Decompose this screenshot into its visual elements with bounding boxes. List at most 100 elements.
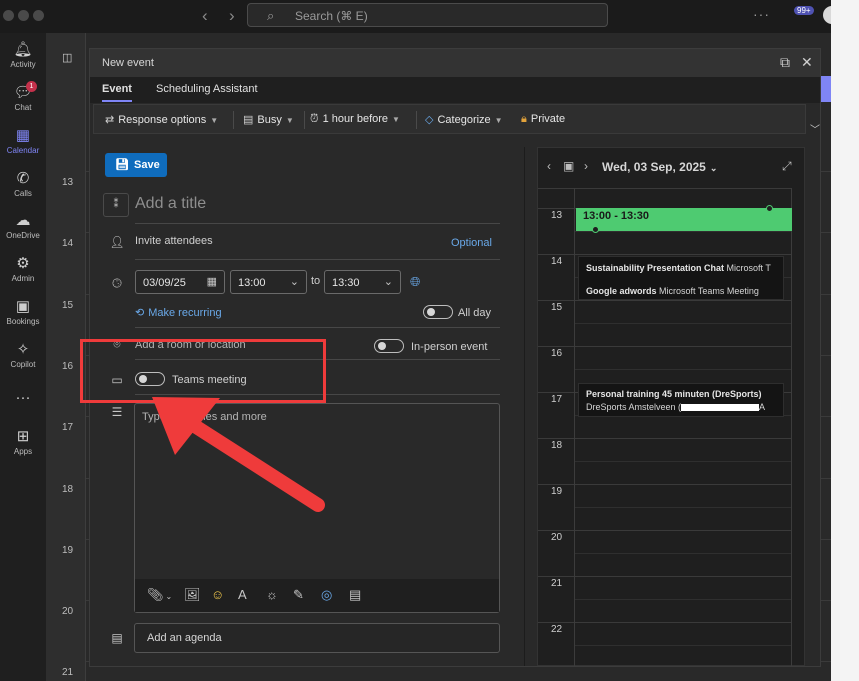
toggle-knob	[378, 342, 386, 350]
format-icon[interactable]: A	[238, 587, 247, 602]
day-view-hour-label: 17	[551, 394, 563, 405]
resize-handle[interactable]	[592, 226, 599, 233]
title-icon[interactable]: ⁑	[103, 193, 129, 217]
chevron-down-icon: ▼	[392, 115, 400, 124]
chevron-down-icon[interactable]: ﹀	[810, 121, 820, 136]
agenda-input[interactable]: Add an agenda	[134, 623, 500, 653]
rail-item-calls[interactable]: ✆ Calls	[0, 169, 46, 198]
chevron-left-icon[interactable]: ‹	[202, 6, 208, 26]
event-toolbar: ⇄ Response options ▼ ▤ Busy ▼ ⏰︎ 1 hour befor…	[93, 104, 806, 134]
rail-item-label: Admin	[11, 274, 35, 283]
avatar[interactable]	[823, 6, 831, 24]
day-view-half-hour-line	[575, 369, 791, 370]
attach-icon[interactable]: 📎︎ ⌄	[147, 587, 172, 603]
rail-item-label: OneDrive	[6, 231, 40, 240]
window-close-dot[interactable]	[3, 10, 14, 21]
rail-item-calendar[interactable]: ▦ Calendar	[0, 126, 46, 155]
day-view-hour-label: 16	[551, 348, 563, 359]
description-lines-icon: ☰	[111, 405, 123, 419]
globe-icon[interactable]: 🌐︎	[410, 274, 420, 290]
rail-item-activity[interactable]: 🔔︎ Activity	[0, 40, 46, 69]
pop-out-icon[interactable]: ⧉	[780, 54, 790, 71]
day-view-hour-line	[538, 576, 791, 577]
chevron-down-icon: ⌄	[383, 276, 393, 288]
title-input[interactable]: Add a title	[135, 195, 206, 213]
all-day-label: All day	[458, 307, 492, 319]
more-options-icon[interactable]: ···	[753, 6, 770, 22]
in-person-event-label: In-person event	[411, 341, 488, 353]
rail-item-label: Copilot	[10, 360, 36, 369]
grid-border	[791, 188, 792, 667]
rail-item-chat[interactable]: 💬︎ 1 Chat	[0, 81, 46, 112]
emoji-icon[interactable]: ☺	[211, 587, 224, 602]
tag-icon: ◇	[425, 114, 434, 126]
tab-scheduling-assistant[interactable]: Scheduling Assistant	[156, 83, 258, 95]
rail-item-label: Bookings	[6, 317, 40, 326]
close-icon[interactable]: ✕	[801, 54, 813, 71]
repeat-icon: ⟲	[135, 307, 145, 319]
today-icon[interactable]: ▣	[563, 159, 574, 173]
resize-handle[interactable]	[766, 205, 773, 212]
description-editor[interactable]: Type rt files and more 📎︎ ⌄ 🖼︎ ☺ A ☼ ✎ ◎ ▤	[134, 403, 500, 613]
start-date-value: 03/09/25	[143, 277, 186, 289]
search-input[interactable]: ⌕ Search (⌘ E)	[247, 3, 608, 27]
window-minimize-dot[interactable]	[18, 10, 29, 21]
all-day-toggle[interactable]	[423, 305, 453, 319]
day-view-hour-label: 18	[551, 440, 563, 451]
make-recurring-link[interactable]: ⟲ Make recurring	[135, 306, 222, 319]
sidebar-toggle-icon[interactable]: ◫	[62, 51, 72, 64]
start-time-dropdown[interactable]: 13:00 ⌄	[230, 270, 307, 294]
calendar-event-card[interactable]: Personal training 45 minuten (DreSports)…	[578, 383, 784, 417]
annotation-highlight-box	[80, 339, 326, 403]
start-date-field[interactable]: 03/09/25 ▦	[135, 270, 225, 294]
response-options-button[interactable]: ⇄ Response options ▼	[105, 113, 218, 126]
form-icon[interactable]: ▤	[349, 587, 361, 603]
background-hour-label: 17	[62, 422, 74, 433]
tab-event[interactable]: Event	[102, 83, 132, 102]
sun-icon[interactable]: ☼	[266, 587, 278, 602]
window-zoom-dot[interactable]	[33, 10, 44, 21]
in-person-event-toggle[interactable]	[374, 339, 404, 353]
rail-item-admin[interactable]: ⚙︎ Admin	[0, 254, 46, 283]
start-time-value: 13:00	[238, 277, 266, 289]
chevron-right-icon[interactable]: ›	[229, 6, 235, 26]
reminder-label: 1 hour before	[322, 113, 389, 125]
rail-item-copilot[interactable]: ✧ Copilot	[0, 340, 46, 369]
dialog-header: New event ⧉ ✕	[90, 49, 820, 77]
rail-more-apps[interactable]: ···	[0, 389, 46, 409]
expand-icon[interactable]: ⤢	[782, 159, 792, 174]
end-time-dropdown[interactable]: 13:30 ⌄	[324, 270, 401, 294]
day-view-hour-label: 21	[551, 578, 563, 589]
reminder-dropdown[interactable]: ⏰︎ 1 hour before ▼	[310, 113, 400, 126]
search-placeholder: Search (⌘ E)	[295, 9, 368, 23]
new-event-block[interactable]: 13:00 - 13:30	[576, 205, 792, 233]
rail-item-apps[interactable]: ⊞ Apps	[0, 427, 46, 456]
private-toggle[interactable]: 🔒︎ Private	[521, 113, 565, 126]
unread-badge: 1	[26, 81, 37, 92]
loop-icon[interactable]: ◎	[321, 587, 332, 603]
day-view-panel: ‹ ▣ › Wed, 03 Sep, 2025 ⌄ ⤢ 13 14 15 16 17 18 1…	[537, 147, 805, 667]
busy-dropdown[interactable]: ▤ Busy ▼	[243, 113, 294, 126]
rail-item-label: Activity	[10, 60, 36, 69]
attendees-input[interactable]: Invite attendees	[135, 235, 213, 247]
day-view-date-picker[interactable]: Wed, 03 Sep, 2025 ⌄	[602, 160, 717, 174]
optional-attendees-link[interactable]: Optional	[451, 237, 492, 249]
event-detail: Microsoft Teams Meeting	[659, 286, 759, 296]
app-rail: 🔔︎ Activity 💬︎ 1 Chat ▦ Calendar ✆ Calls…	[0, 33, 46, 681]
save-button[interactable]: 💾︎ Save	[105, 153, 167, 177]
notification-count-badge[interactable]: 99+	[794, 6, 814, 15]
image-icon[interactable]: 🖼︎	[184, 587, 201, 603]
day-view-hour-line	[538, 188, 791, 189]
clock-icon: 🕓︎	[112, 276, 122, 290]
chevron-left-icon[interactable]: ‹	[547, 159, 551, 173]
pen-icon[interactable]: ✎	[293, 587, 304, 603]
day-view-half-hour-line	[575, 507, 791, 508]
calendar-event-card[interactable]: Sustainability Presentation Chat Microso…	[578, 256, 784, 300]
event-detail: DreSports Amstelveen (	[586, 402, 682, 412]
chevron-right-icon[interactable]: ›	[584, 159, 588, 173]
event-detail: Microsoft T	[726, 263, 771, 273]
categorize-dropdown[interactable]: ◇ Categorize ▼	[425, 113, 503, 126]
day-view-hour-label: 22	[551, 624, 563, 635]
rail-item-bookings[interactable]: ▣ Bookings	[0, 297, 46, 326]
rail-item-onedrive[interactable]: ☁︎ OneDrive	[0, 211, 46, 240]
